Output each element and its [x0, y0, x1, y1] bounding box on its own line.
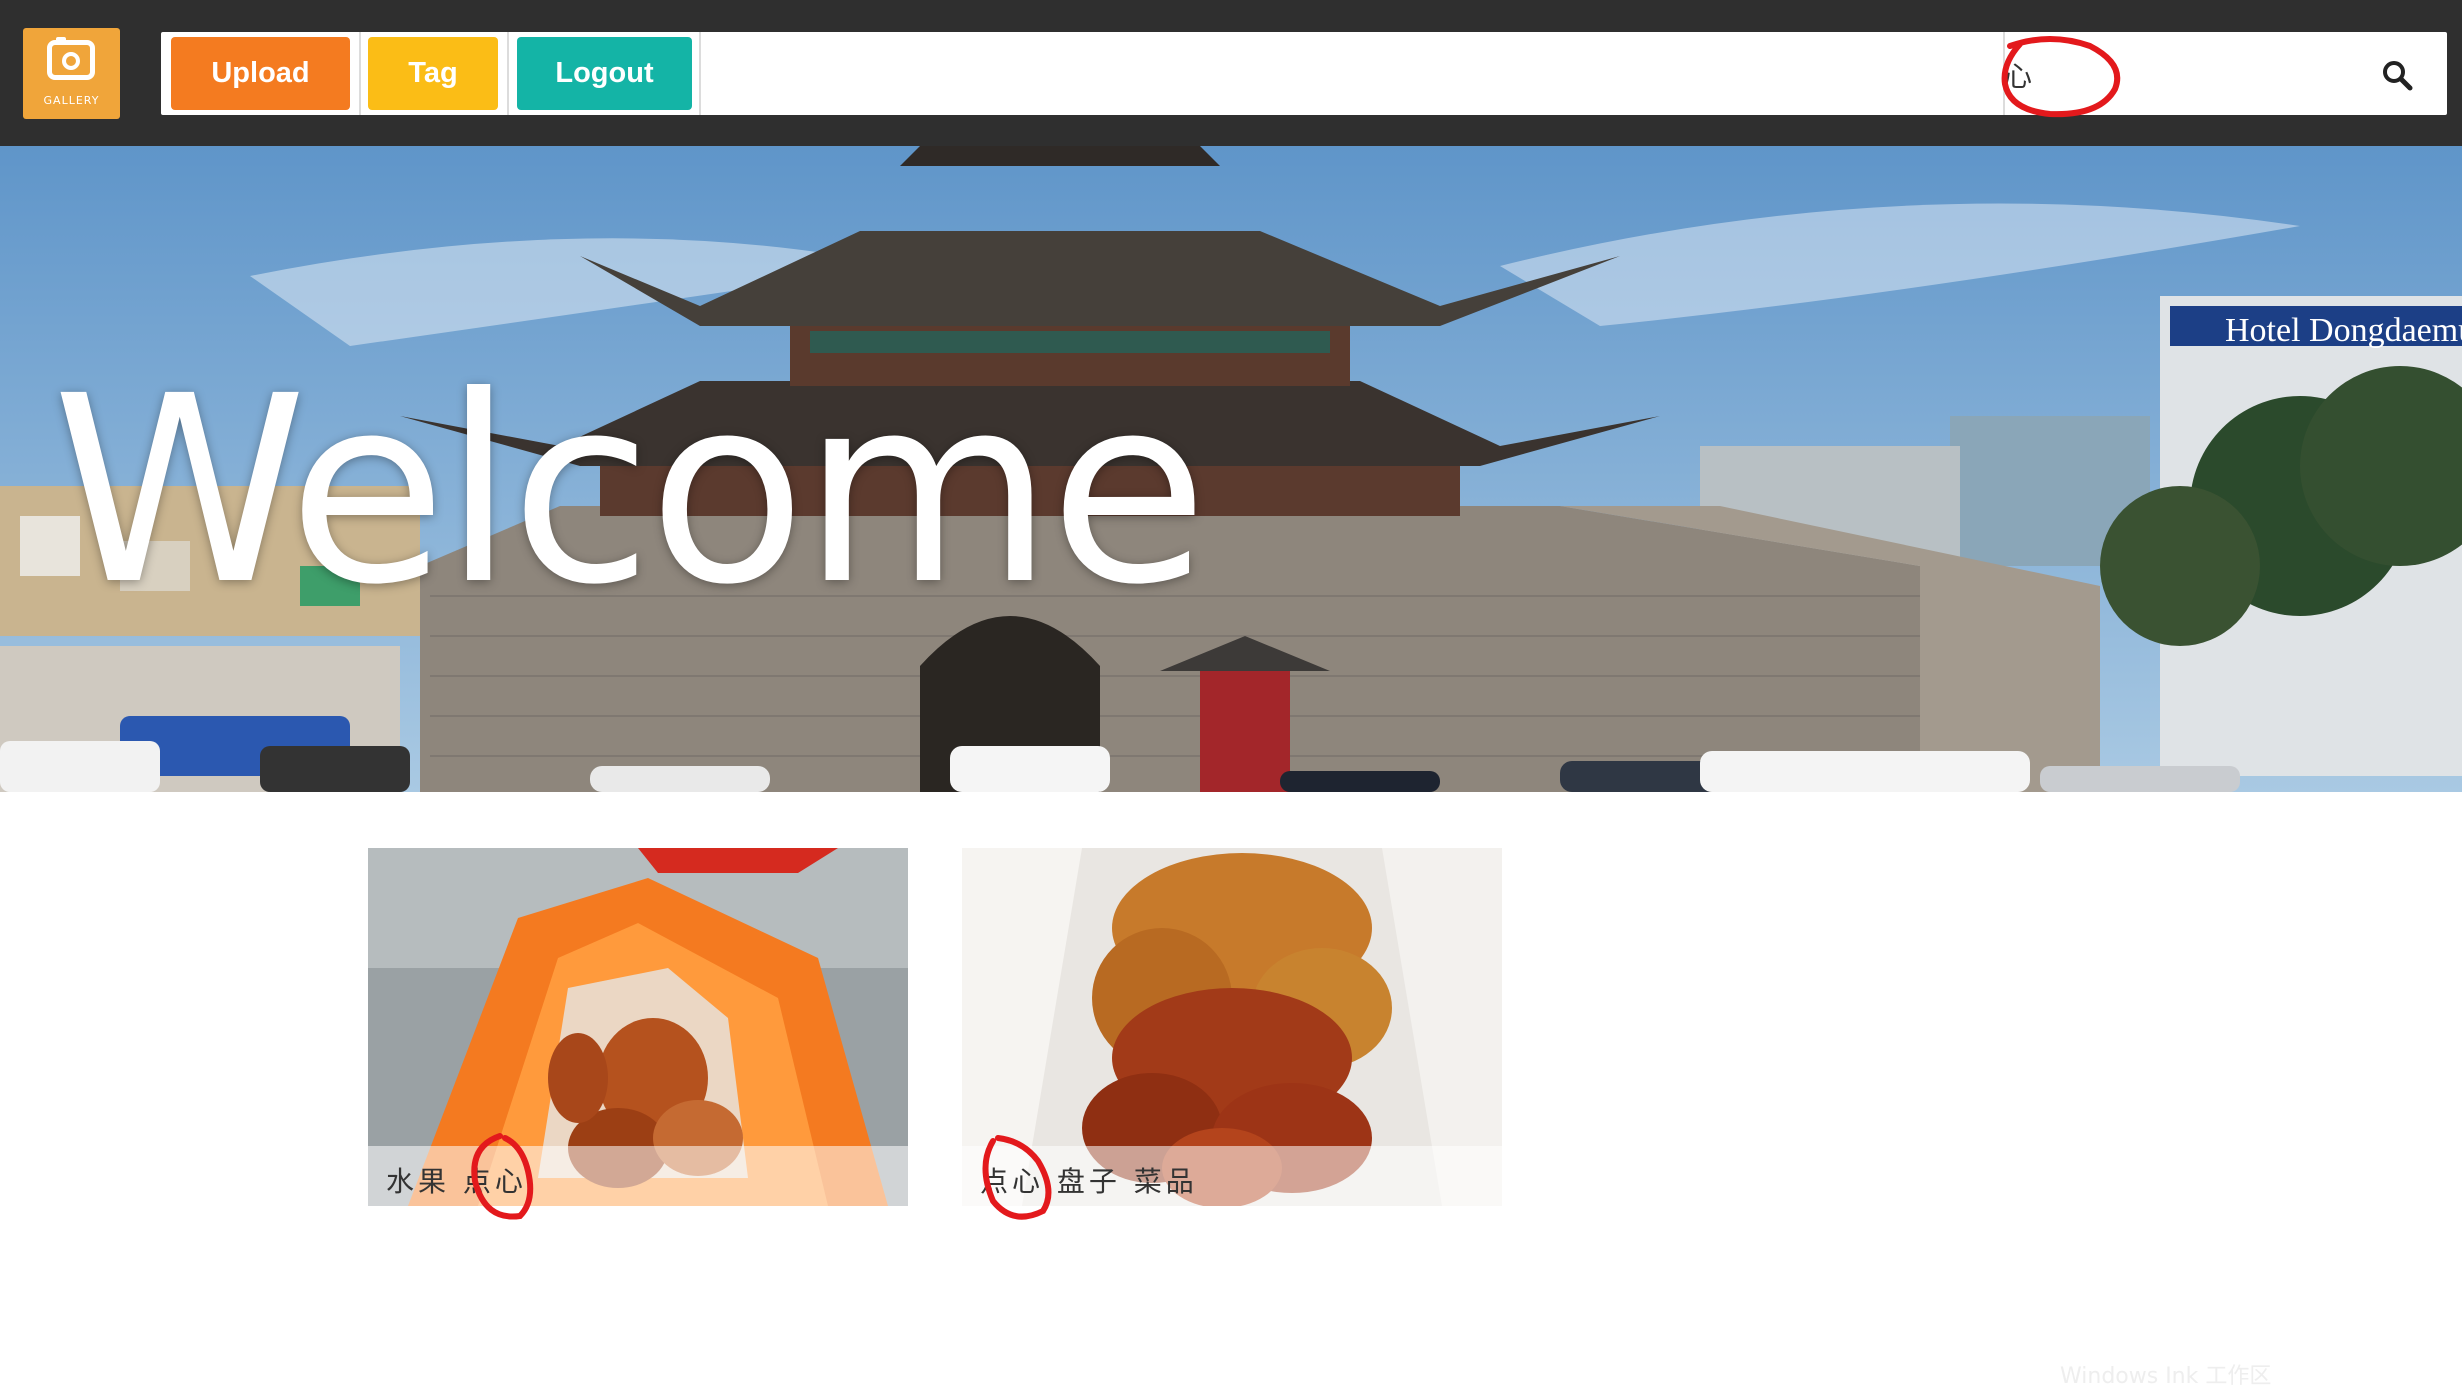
gallery-card[interactable]: 点心 盘子 菜品 [962, 848, 1502, 1206]
hero-title: Welcome [52, 341, 1208, 641]
tag-button[interactable]: Tag [368, 37, 498, 110]
windows-ink-watermark: Windows Ink 工作区 [2060, 1364, 2272, 1389]
divider [507, 32, 509, 115]
search-icon[interactable] [2380, 58, 2414, 92]
card-caption: 水果 点心 [368, 1146, 908, 1206]
divider [359, 32, 361, 115]
hero-banner: Hotel Dongdaemun [0, 146, 2462, 792]
logout-button[interactable]: Logout [517, 37, 692, 110]
card-tags: 点心 盘子 菜品 [980, 1165, 1198, 1198]
gallery-card[interactable]: 水果 点心 [368, 848, 908, 1206]
camera-icon [47, 37, 95, 80]
card-caption: 点心 盘子 菜品 [962, 1146, 1502, 1206]
hotel-sign: Hotel Dongdaemun [2225, 312, 2462, 349]
search-input[interactable] [2002, 44, 2356, 106]
logo-label: GALLERY [43, 94, 100, 107]
upload-button[interactable]: Upload [171, 37, 350, 110]
gallery-logo[interactable]: GALLERY [23, 28, 120, 119]
card-tags: 水果 点心 [386, 1165, 527, 1198]
divider [699, 32, 701, 115]
